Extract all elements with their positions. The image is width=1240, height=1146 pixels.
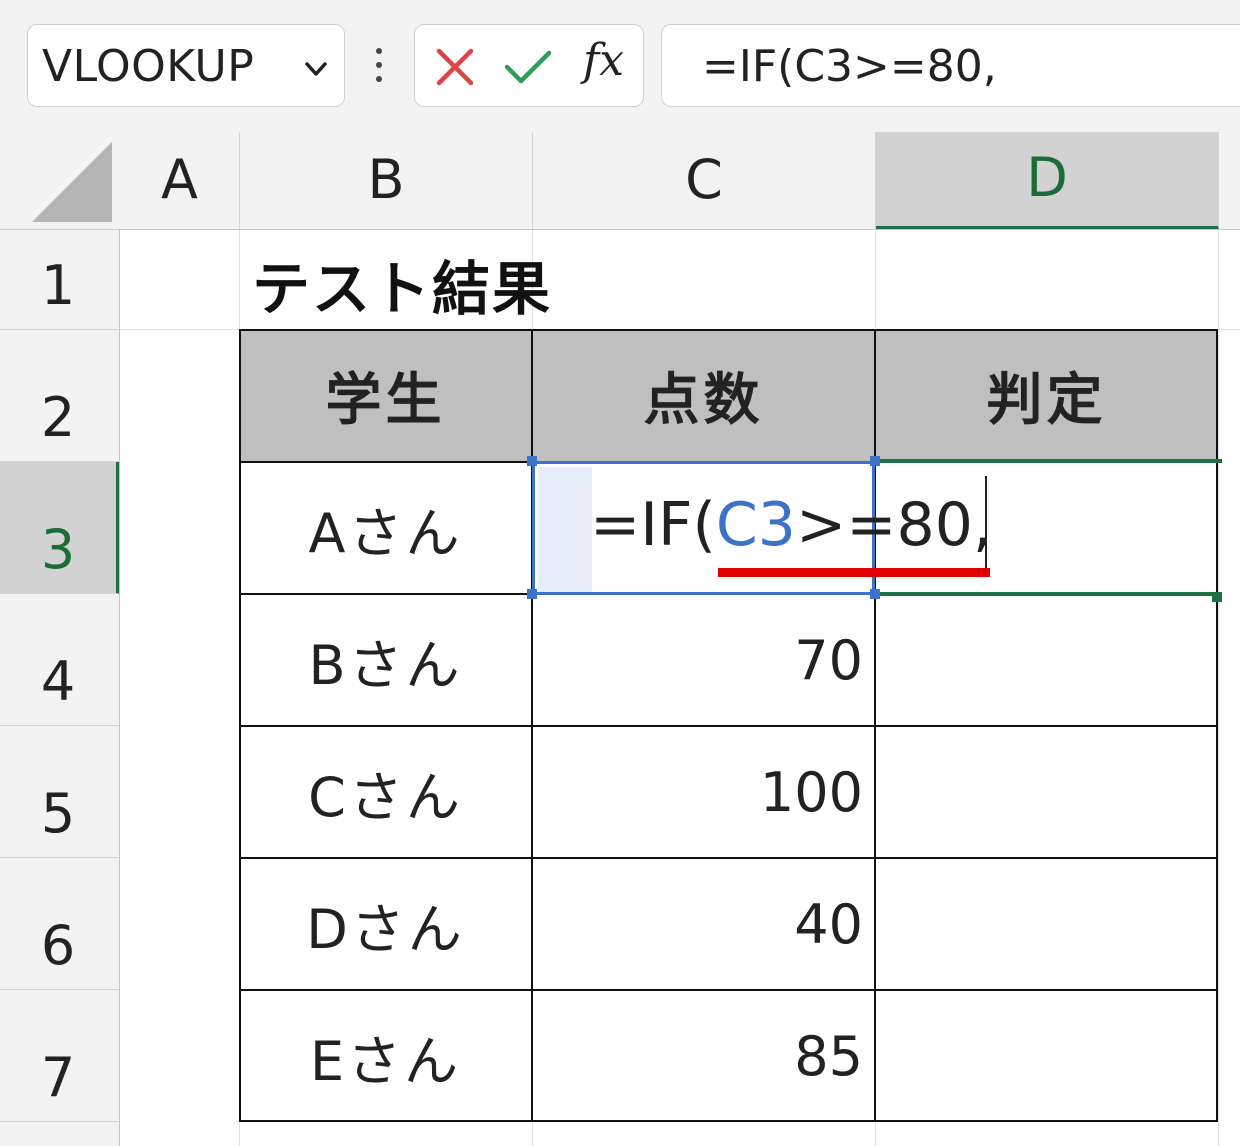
- header-cell-student[interactable]: 学生: [239, 329, 532, 462]
- header-divider: [0, 229, 1240, 230]
- select-all-corner[interactable]: [0, 132, 120, 230]
- table-border: [239, 857, 1218, 859]
- fill-handle[interactable]: [1212, 592, 1222, 602]
- results-table: 学生 点数 判定 Aさん Bさん Cさん Dさん Eさん 70 100 40 8…: [239, 329, 1218, 1122]
- result-cell[interactable]: [875, 990, 1218, 1122]
- row-header-8-partial[interactable]: [0, 1122, 120, 1146]
- row-header-2[interactable]: 2: [0, 330, 120, 462]
- enter-check-icon[interactable]: [503, 43, 551, 91]
- selection-border-top: [875, 459, 1222, 463]
- student-cell[interactable]: Cさん: [239, 726, 532, 858]
- reference-highlight: [538, 467, 592, 592]
- reference-handle-top-left[interactable]: [527, 456, 537, 466]
- header-cell-score[interactable]: 点数: [532, 329, 875, 462]
- row-header-1[interactable]: 1: [0, 230, 120, 330]
- gridline: [1218, 230, 1219, 1146]
- student-cell[interactable]: Bさん: [239, 594, 532, 726]
- score-cell[interactable]: 40: [532, 858, 875, 990]
- annotation-underline: [718, 568, 990, 577]
- column-header-e-partial[interactable]: [1219, 132, 1240, 230]
- row-header-7[interactable]: 7: [0, 990, 120, 1122]
- score-cell[interactable]: 85: [532, 990, 875, 1122]
- result-cell[interactable]: [875, 858, 1218, 990]
- text-cursor: [985, 476, 987, 572]
- formula-reference: C3: [715, 490, 796, 560]
- name-box-value: VLOOKUP: [42, 41, 255, 92]
- select-all-triangle-icon: [32, 142, 112, 222]
- more-vertical-icon[interactable]: [372, 48, 386, 84]
- column-header-d[interactable]: D: [876, 132, 1219, 230]
- header-cell-result[interactable]: 判定: [875, 329, 1218, 462]
- row-header-6[interactable]: 6: [0, 858, 120, 990]
- reference-handle-bottom-right[interactable]: [870, 589, 880, 599]
- score-cell[interactable]: 70: [532, 594, 875, 726]
- formula-buttons: fx: [414, 24, 644, 107]
- table-border: [239, 989, 1218, 991]
- reference-handle-bottom-left[interactable]: [527, 589, 537, 599]
- cancel-x-icon[interactable]: [431, 43, 479, 91]
- row-header-3[interactable]: 3: [0, 462, 120, 594]
- student-cell[interactable]: Dさん: [239, 858, 532, 990]
- table-border: [239, 1120, 1218, 1122]
- formula-text: =IF(C3>=80,: [702, 41, 997, 92]
- score-cell[interactable]: 100: [532, 726, 875, 858]
- name-box[interactable]: VLOOKUP: [27, 24, 345, 107]
- result-cell[interactable]: [875, 594, 1218, 726]
- row-header-4[interactable]: 4: [0, 594, 120, 726]
- column-header-c[interactable]: C: [533, 132, 876, 230]
- reference-handle-top-right[interactable]: [870, 456, 880, 466]
- table-border: [239, 725, 1218, 727]
- formula-bar-area: VLOOKUP fx =IF(C3>=80,: [0, 0, 1240, 132]
- student-cell[interactable]: Eさん: [239, 990, 532, 1122]
- formula-prefix: =IF(: [590, 490, 716, 560]
- formula-suffix: >=80,: [795, 490, 992, 560]
- sheet-title-cell[interactable]: テスト結果: [252, 242, 552, 326]
- chevron-down-icon[interactable]: [302, 55, 330, 83]
- student-cell[interactable]: Aさん: [239, 462, 532, 594]
- in-cell-formula[interactable]: =IF(C3>=80,: [590, 490, 992, 560]
- row-header-divider: [119, 230, 120, 1146]
- column-header-a[interactable]: A: [120, 132, 240, 230]
- column-header-b[interactable]: B: [240, 132, 533, 230]
- result-cell[interactable]: [875, 726, 1218, 858]
- table-border: [239, 329, 1218, 331]
- formula-input[interactable]: =IF(C3>=80,: [661, 24, 1240, 107]
- row-header-5[interactable]: 5: [0, 726, 120, 858]
- insert-function-icon[interactable]: fx: [583, 35, 624, 86]
- selection-border-bottom: [875, 592, 1222, 596]
